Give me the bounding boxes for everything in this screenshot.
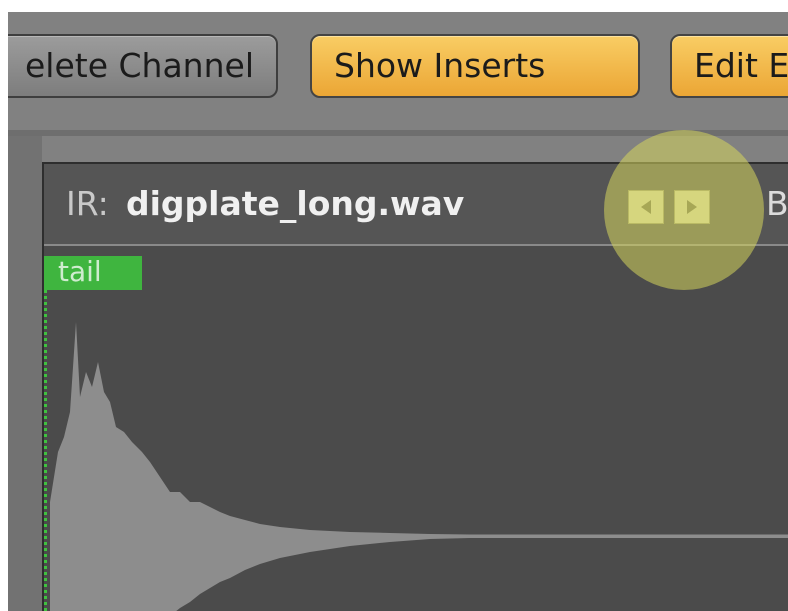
- left-edge-strip: [8, 136, 42, 611]
- ir-filename: digplate_long.wav: [126, 184, 465, 223]
- ir-prefix-label: IR:: [66, 184, 109, 223]
- triangle-left-icon: [641, 200, 651, 214]
- cut-off-label: B: [766, 184, 788, 223]
- prev-ir-button[interactable]: [628, 190, 664, 224]
- tail-marker-line[interactable]: [44, 290, 47, 611]
- delete-channel-button[interactable]: elete Channel: [8, 34, 278, 98]
- ir-header: IR: digplate_long.wav B: [44, 164, 788, 246]
- triangle-right-icon: [687, 200, 697, 214]
- impulse-response-waveform: [50, 322, 788, 611]
- tail-marker-handle[interactable]: tail: [44, 256, 142, 290]
- channel-toolbar: elete Channel Show Inserts Edit E: [8, 12, 788, 132]
- waveform-shape: [50, 322, 788, 611]
- app-window: elete Channel Show Inserts Edit E IR: di…: [8, 12, 788, 611]
- toolbar-divider: [8, 130, 788, 136]
- edit-button[interactable]: Edit E: [670, 34, 788, 98]
- show-inserts-button[interactable]: Show Inserts: [310, 34, 640, 98]
- next-ir-button[interactable]: [674, 190, 710, 224]
